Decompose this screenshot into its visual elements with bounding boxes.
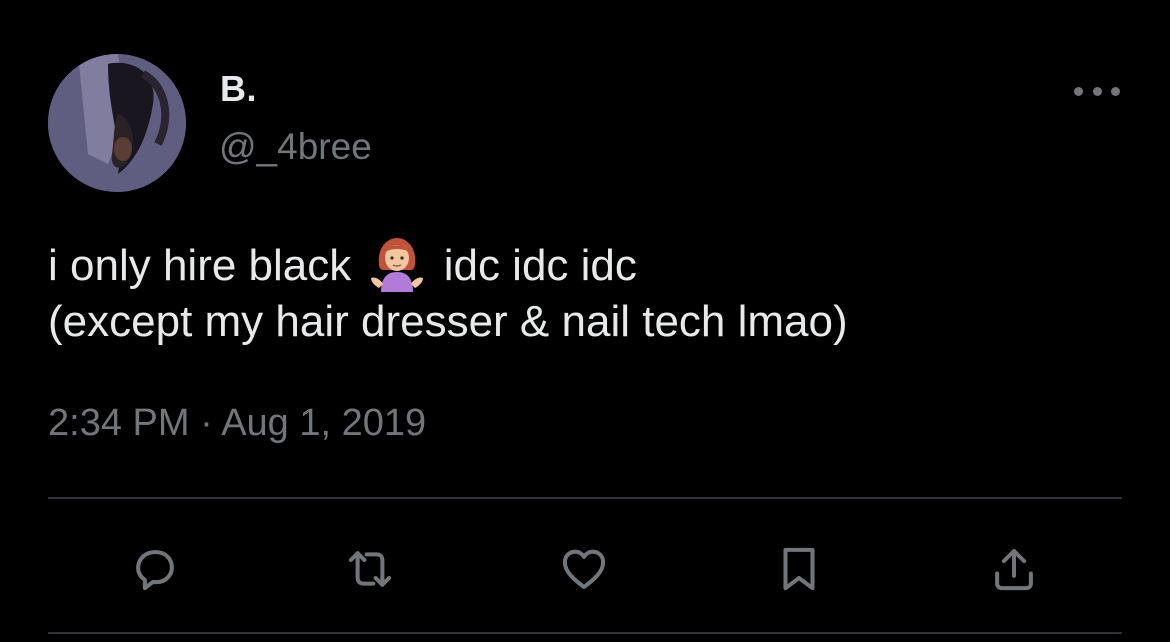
display-name[interactable]: B. <box>220 68 257 110</box>
tweet-text-before-emoji: i only hire black <box>48 241 364 290</box>
dot <box>1111 86 1120 96</box>
reply-button[interactable] <box>124 538 186 600</box>
tweet-text-after-emoji: idc idc idc <box>431 241 637 290</box>
share-button[interactable] <box>983 538 1045 600</box>
like-button[interactable] <box>553 538 615 600</box>
share-icon <box>995 548 1033 591</box>
woman-shrugging-icon <box>367 238 427 294</box>
tweet-text: i only hire black idc idc idc (except my… <box>48 238 1128 350</box>
retweet-icon <box>348 551 392 587</box>
dot <box>1074 86 1083 96</box>
timestamp[interactable]: 2:34 PM · Aug 1, 2019 <box>48 402 426 445</box>
bookmark-icon <box>783 547 815 591</box>
action-bar <box>0 538 1170 600</box>
handle[interactable]: @_4bree <box>219 126 372 168</box>
reply-icon <box>136 550 174 591</box>
tweet-line-1: i only hire black idc idc idc <box>48 238 1128 294</box>
more-options-icon[interactable] <box>1074 78 1120 104</box>
retweet-button[interactable] <box>339 538 401 600</box>
divider <box>48 497 1122 499</box>
dot <box>1092 86 1102 96</box>
tweet-line-2: (except my hair dresser & nail tech lmao… <box>48 297 848 346</box>
like-icon <box>562 549 606 590</box>
bookmark-button[interactable] <box>768 538 830 600</box>
avatar[interactable] <box>48 54 186 192</box>
divider <box>48 632 1122 634</box>
